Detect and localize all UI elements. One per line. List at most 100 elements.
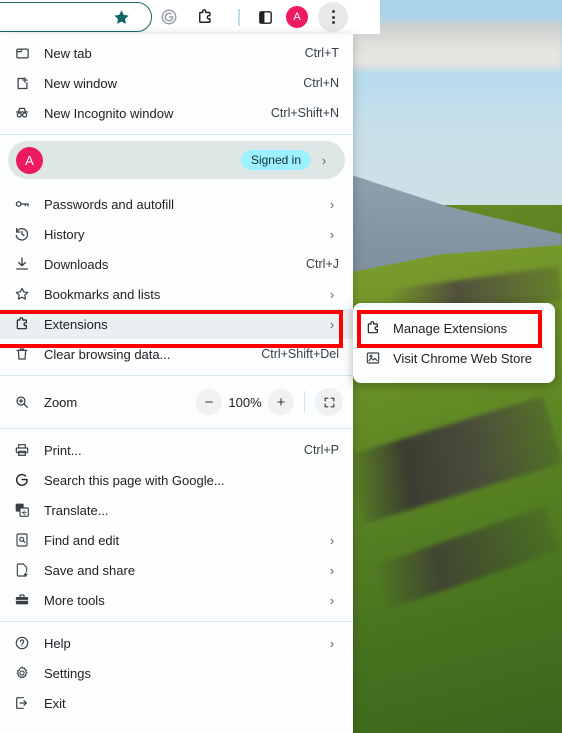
chevron-right-icon: › (329, 196, 335, 212)
menu-item-label: Exit (44, 695, 66, 711)
chevron-right-icon: › (329, 316, 335, 332)
menu-item-label: Bookmarks and lists (44, 286, 161, 302)
menu-separator-2 (0, 375, 353, 376)
menu-item-clear-browsing-data[interactable]: Clear browsing data... Ctrl+Shift+Del (0, 339, 353, 369)
menu-item-label: Save and share (44, 562, 136, 578)
menu-item-shortcut: Ctrl+J (306, 257, 339, 271)
zoom-divider (304, 391, 305, 413)
chevron-right-icon: › (321, 152, 327, 168)
avatar: A (16, 146, 43, 174)
menu-item-label: Print... (44, 442, 82, 458)
web-store-icon (353, 350, 393, 366)
menu-item-label: New window (44, 75, 117, 91)
menu-item-settings[interactable]: Settings (0, 658, 353, 688)
save-share-icon (0, 562, 44, 578)
menu-item-label: Extensions (44, 316, 108, 332)
menu-item-find-and-edit[interactable]: Find and edit › (0, 525, 353, 555)
history-icon (0, 226, 44, 242)
submenu-item-visit-chrome-web-store[interactable]: Visit Chrome Web Store (353, 343, 555, 373)
zoom-magnifier-icon (0, 394, 44, 410)
menu-item-label: Downloads (44, 256, 109, 272)
zoom-in-button[interactable]: + (268, 389, 294, 415)
key-icon (0, 196, 44, 212)
extensions-puzzle-icon (353, 320, 393, 336)
menu-separator-1 (0, 134, 353, 135)
menu-item-downloads[interactable]: Downloads Ctrl+J (0, 249, 353, 279)
menu-item-extensions[interactable]: Extensions › (0, 309, 353, 339)
extensions-puzzle-icon[interactable] (192, 4, 218, 30)
grammarly-extension-icon[interactable] (156, 4, 182, 30)
menu-separator-3 (0, 428, 353, 429)
menu-item-new-incognito-window[interactable]: New Incognito window Ctrl+Shift+N (0, 98, 353, 128)
chevron-right-icon: › (329, 286, 335, 302)
menu-item-search-page-with-google[interactable]: Search this page with Google... (0, 465, 353, 495)
menu-item-bookmarks-and-lists[interactable]: Bookmarks and lists › (0, 279, 353, 309)
menu-item-label: History (44, 226, 85, 242)
menu-item-more-tools[interactable]: More tools › (0, 585, 353, 615)
menu-item-shortcut: Ctrl+Shift+N (270, 106, 339, 120)
fullscreen-icon[interactable] (315, 388, 343, 416)
chevron-right-icon: › (329, 592, 335, 608)
menu-item-label: Find and edit (44, 532, 120, 548)
profile-row[interactable]: A Signed in › (8, 141, 345, 179)
extensions-puzzle-icon (0, 316, 44, 332)
menu-item-label: Search this page with Google... (44, 472, 225, 488)
side-panel-icon[interactable] (252, 4, 278, 30)
more-tools-icon (0, 592, 44, 608)
menu-item-help[interactable]: Help › (0, 628, 353, 658)
three-dots-icon (331, 10, 335, 24)
menu-item-label: Translate... (44, 502, 109, 518)
status-badge: Signed in (240, 150, 311, 170)
zoom-row: Zoom − 100% + (0, 382, 353, 422)
submenu-item-label: Visit Chrome Web Store (393, 350, 532, 366)
menu-item-label: Clear browsing data... (44, 346, 171, 362)
menu-item-history[interactable]: History › (0, 219, 353, 249)
chevron-right-icon: › (329, 532, 335, 548)
chrome-menu-button[interactable] (318, 2, 348, 32)
new-tab-icon (0, 46, 44, 61)
zoom-label: Zoom (44, 394, 78, 410)
star-outline-icon (0, 286, 44, 302)
gear-icon (0, 665, 44, 681)
chrome-main-menu: New tab Ctrl+T New window Ctrl+N New Inc… (0, 34, 353, 733)
menu-item-translate[interactable]: Translate... (0, 495, 353, 525)
menu-item-new-window[interactable]: New window Ctrl+N (0, 68, 353, 98)
toolbar-divider (226, 4, 252, 30)
toolbar-avatar[interactable]: A (286, 6, 308, 28)
menu-item-print[interactable]: Print... Ctrl+P (0, 435, 353, 465)
submenu-item-manage-extensions[interactable]: Manage Extensions (353, 313, 555, 343)
chevron-right-icon: › (329, 562, 335, 578)
incognito-icon (0, 105, 44, 121)
menu-item-exit[interactable]: Exit (0, 688, 353, 718)
google-g-icon (0, 472, 44, 488)
menu-item-shortcut: Ctrl+N (303, 76, 339, 90)
menu-item-label: New Incognito window (44, 105, 174, 121)
menu-item-label: New tab (44, 45, 92, 61)
star-icon[interactable] (108, 4, 134, 30)
translate-icon (0, 502, 44, 518)
chevron-right-icon: › (329, 226, 335, 242)
browser-toolbar: A (0, 0, 380, 34)
menu-item-shortcut: Ctrl+T (304, 46, 339, 60)
toolbar-avatar-letter: A (293, 11, 301, 23)
chevron-right-icon: › (329, 635, 335, 651)
exit-icon (0, 695, 44, 711)
menu-item-label: Help (44, 635, 71, 651)
zoom-out-button[interactable]: − (196, 389, 222, 415)
menu-item-shortcut: Ctrl+P (303, 443, 339, 457)
download-icon (0, 256, 44, 272)
menu-item-label: More tools (44, 592, 105, 608)
extensions-submenu: Manage Extensions Visit Chrome Web Store (353, 303, 555, 383)
avatar-letter: A (25, 152, 34, 168)
menu-item-new-tab[interactable]: New tab Ctrl+T (0, 38, 353, 68)
help-icon (0, 635, 44, 651)
find-edit-icon (0, 532, 44, 548)
menu-item-passwords-and-autofill[interactable]: Passwords and autofill › (0, 189, 353, 219)
menu-item-save-and-share[interactable]: Save and share › (0, 555, 353, 585)
submenu-item-label: Manage Extensions (393, 320, 508, 336)
menu-item-shortcut: Ctrl+Shift+Del (261, 347, 339, 361)
new-window-icon (0, 76, 44, 91)
menu-item-label: Passwords and autofill (44, 196, 175, 212)
printer-icon (0, 442, 44, 458)
menu-item-label: Settings (44, 665, 91, 681)
